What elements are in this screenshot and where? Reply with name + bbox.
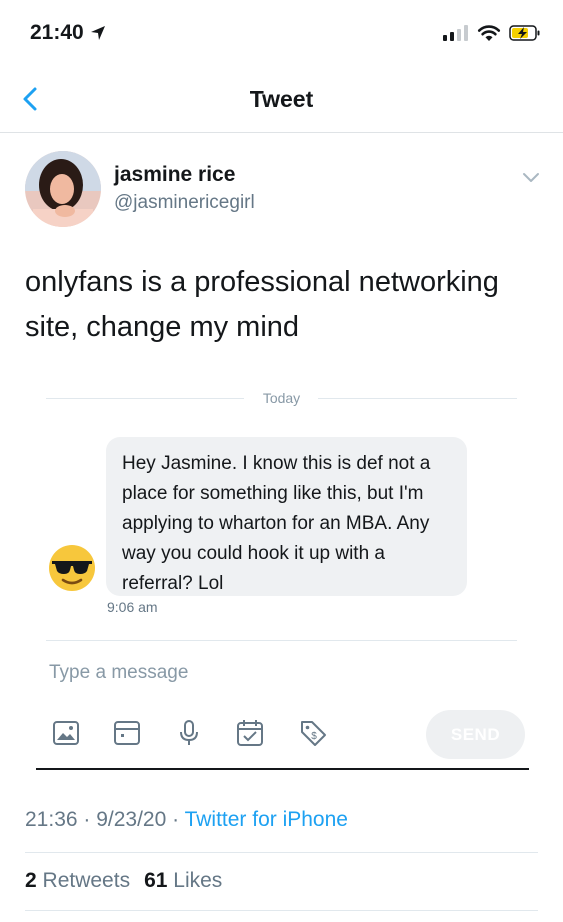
author-avatar[interactable]	[25, 151, 101, 227]
chevron-down-icon[interactable]	[518, 164, 544, 190]
retweets-count: 2	[25, 869, 37, 892]
page-title: Tweet	[249, 86, 314, 112]
location-arrow-icon	[90, 26, 105, 40]
message-input[interactable]: Type a message	[49, 662, 188, 684]
likes-label: Likes	[173, 869, 223, 892]
likes-stat[interactable]: 61 Likes	[144, 869, 222, 893]
avatar-photo	[25, 151, 101, 227]
sunglasses-emoji-icon	[49, 545, 95, 591]
message-timestamp: 9:06 am	[107, 599, 158, 615]
message-bubble[interactable]: Hey Jasmine. I know this is def not a pl…	[106, 437, 467, 596]
nav-divider	[0, 132, 563, 133]
microphone-icon[interactable]	[174, 718, 204, 748]
composer-underline	[36, 768, 529, 770]
status-bar-time: 21:40	[30, 21, 106, 45]
tweet-text: onlyfans is a professional networking si…	[25, 266, 499, 343]
retweets-stat[interactable]: 2 Retweets	[25, 869, 130, 893]
status-time-text: 21:40	[30, 21, 84, 44]
retweets-label: Retweets	[42, 869, 131, 892]
tweet-source-link[interactable]: Twitter for iPhone	[185, 808, 348, 831]
author-name[interactable]: jasmine rice	[114, 163, 235, 187]
wifi-icon	[477, 25, 501, 41]
gif-icon[interactable]	[112, 718, 142, 748]
likes-count: 61	[144, 869, 168, 892]
status-bar-icons	[443, 24, 541, 42]
tweet-timestamp: 21:36 · 9/23/20 ·	[25, 808, 185, 831]
send-button[interactable]: SEND	[426, 710, 525, 759]
cellular-signal-icon	[443, 25, 468, 41]
author-handle[interactable]: @jasminericegirl	[114, 192, 255, 214]
svg-text:$: $	[311, 731, 317, 742]
tweet-stats: 2 Retweets 61 Likes	[25, 869, 222, 893]
tweet-meta: 21:36 · 9/23/20 · Twitter for iPhone	[25, 808, 348, 832]
composer-divider	[46, 640, 517, 641]
image-icon[interactable]	[51, 718, 81, 748]
calendar-icon[interactable]	[235, 718, 265, 748]
day-divider-right	[318, 398, 517, 399]
stats-divider	[25, 910, 538, 911]
price-tag-icon[interactable]: $	[298, 718, 328, 748]
battery-charging-icon	[509, 25, 540, 41]
meta-divider	[25, 852, 538, 853]
